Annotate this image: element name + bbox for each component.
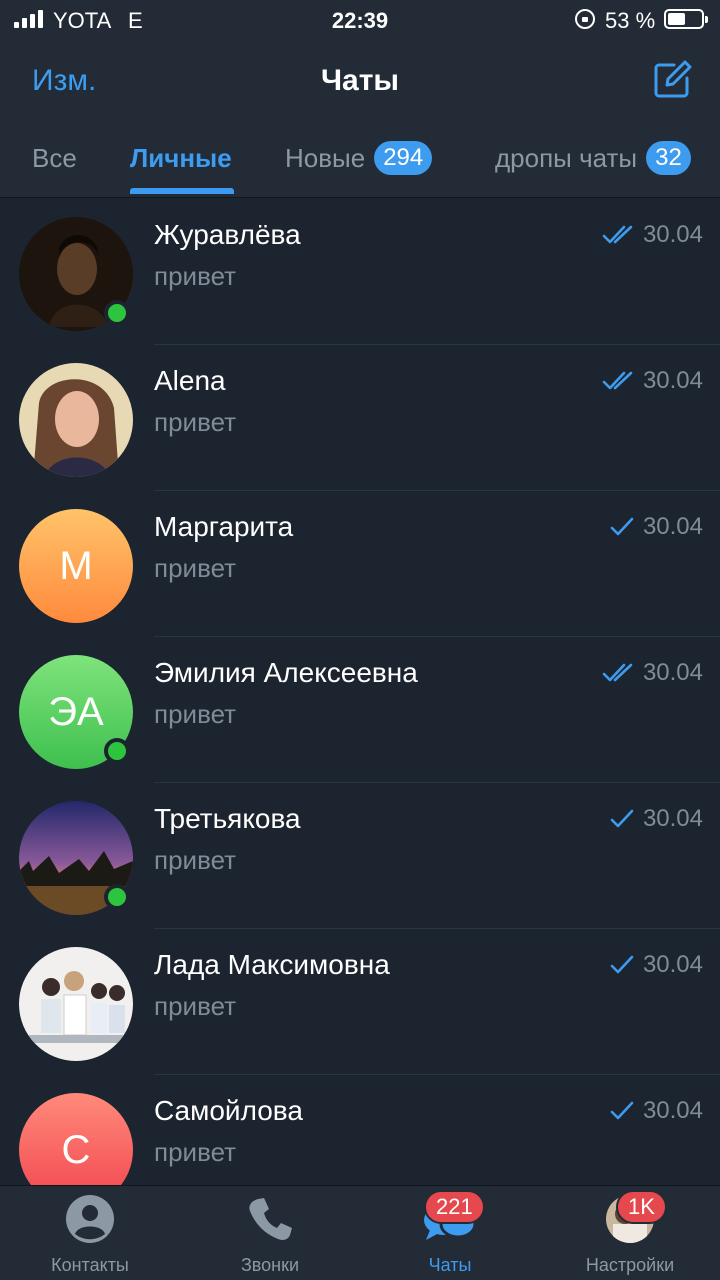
tab-drops-chats[interactable]: дропы чаты 32 <box>495 138 691 178</box>
chat-row[interactable]: С Самойлова привет 30.04 <box>0 1075 720 1185</box>
tab-personal[interactable]: Личные <box>130 138 232 178</box>
rotation-lock-icon <box>575 9 595 29</box>
read-checkmarks-icon <box>602 225 633 244</box>
page-title: Чаты <box>320 64 400 97</box>
chat-row[interactable]: Alena привет 30.04 <box>0 345 720 491</box>
tab-settings[interactable]: 1K Настройки <box>540 1186 720 1280</box>
tab-label: дропы чаты <box>495 142 638 173</box>
unread-badge: 32 <box>646 141 691 175</box>
unread-badge: 221 <box>424 1190 485 1224</box>
unread-badge: 1K <box>616 1190 667 1224</box>
phone-icon <box>249 1198 292 1240</box>
chat-name: Журавлёва <box>154 219 301 250</box>
battery-percent: 53 % <box>605 8 656 33</box>
chat-row[interactable]: М Маргарита привет 30.04 <box>0 491 720 637</box>
tab-label: Новые <box>285 142 366 173</box>
sent-checkmark-icon <box>610 809 634 828</box>
message-preview: привет <box>154 407 237 437</box>
chat-name: Маргарита <box>154 511 294 542</box>
folder-tabs: Все Личные Новые 294 дропы чаты 32 <box>0 130 720 198</box>
avatar-initials: М <box>19 509 133 623</box>
avatar-initials: С <box>19 1093 133 1185</box>
tab-label: Чаты <box>428 1255 472 1275</box>
message-date: 30.04 <box>642 951 703 978</box>
message-date: 30.04 <box>642 367 703 394</box>
chat-name: Лада Максимовна <box>154 949 390 980</box>
tab-contacts[interactable]: Контакты <box>0 1186 180 1280</box>
unread-badge: 294 <box>374 141 433 175</box>
tab-label: Личные <box>130 142 232 173</box>
message-date: 30.04 <box>642 659 703 686</box>
chats-header: Изм. Чаты Все Личные Новые 294 дропы чат… <box>0 40 720 198</box>
tab-label: Настройки <box>585 1255 675 1275</box>
chat-row[interactable]: Лада Максимовна привет 30.04 <box>0 929 720 1075</box>
tab-all[interactable]: Все <box>32 138 77 178</box>
person-icon <box>66 1195 114 1243</box>
avatar-initials-text: ЭА <box>48 689 104 734</box>
tab-chats[interactable]: 221 Чаты <box>360 1186 540 1280</box>
tab-label: Звонки <box>240 1255 300 1275</box>
sent-checkmark-icon <box>610 517 634 536</box>
bottom-tab-bar: Контакты Звонки 221 Чаты 1K Настройки <box>0 1185 720 1280</box>
avatar-photo <box>19 363 133 477</box>
read-checkmarks-icon <box>602 371 633 390</box>
message-date: 30.04 <box>642 805 703 832</box>
online-indicator <box>104 738 130 764</box>
sent-checkmark-icon <box>610 1101 634 1120</box>
message-preview: привет <box>154 991 237 1021</box>
active-tab-indicator <box>130 188 234 194</box>
chat-name: Alena <box>154 365 226 396</box>
tab-calls[interactable]: Звонки <box>180 1186 360 1280</box>
avatar-initials-text: М <box>59 543 93 588</box>
read-checkmarks-icon <box>602 663 633 682</box>
edit-button[interactable]: Изм. <box>32 64 96 98</box>
chat-row[interactable]: Третьякова привет 30.04 <box>0 783 720 929</box>
message-preview: привет <box>154 1137 237 1167</box>
message-preview: привет <box>154 845 237 875</box>
battery-icon <box>664 9 708 29</box>
chat-name: Самойлова <box>154 1095 303 1126</box>
message-preview: привет <box>154 553 237 583</box>
message-preview: привет <box>154 699 237 729</box>
message-preview: привет <box>154 261 237 291</box>
compose-icon[interactable] <box>650 58 694 102</box>
chat-name: Третьякова <box>154 803 301 834</box>
message-date: 30.04 <box>642 221 703 248</box>
tab-label: Контакты <box>51 1255 129 1275</box>
message-date: 30.04 <box>642 513 703 540</box>
status-bar: YOTA E 22:39 53 % <box>0 0 720 40</box>
online-indicator <box>104 884 130 910</box>
avatar-photo <box>19 947 133 1061</box>
tab-new[interactable]: Новые 294 <box>285 138 433 178</box>
chat-name: Эмилия Алексеевна <box>154 657 418 688</box>
tab-label: Все <box>32 142 77 173</box>
online-indicator <box>104 300 130 326</box>
message-date: 30.04 <box>642 1097 703 1124</box>
chat-list: Журавлёва привет 30.04 Alena привет 30.04 М Мар… <box>0 199 720 1185</box>
avatar-initials-text: С <box>61 1127 91 1172</box>
sent-checkmark-icon <box>610 955 634 974</box>
chat-row[interactable]: ЭА Эмилия Алексеевна привет 30.04 <box>0 637 720 783</box>
chat-row[interactable]: Журавлёва привет 30.04 <box>0 199 720 345</box>
